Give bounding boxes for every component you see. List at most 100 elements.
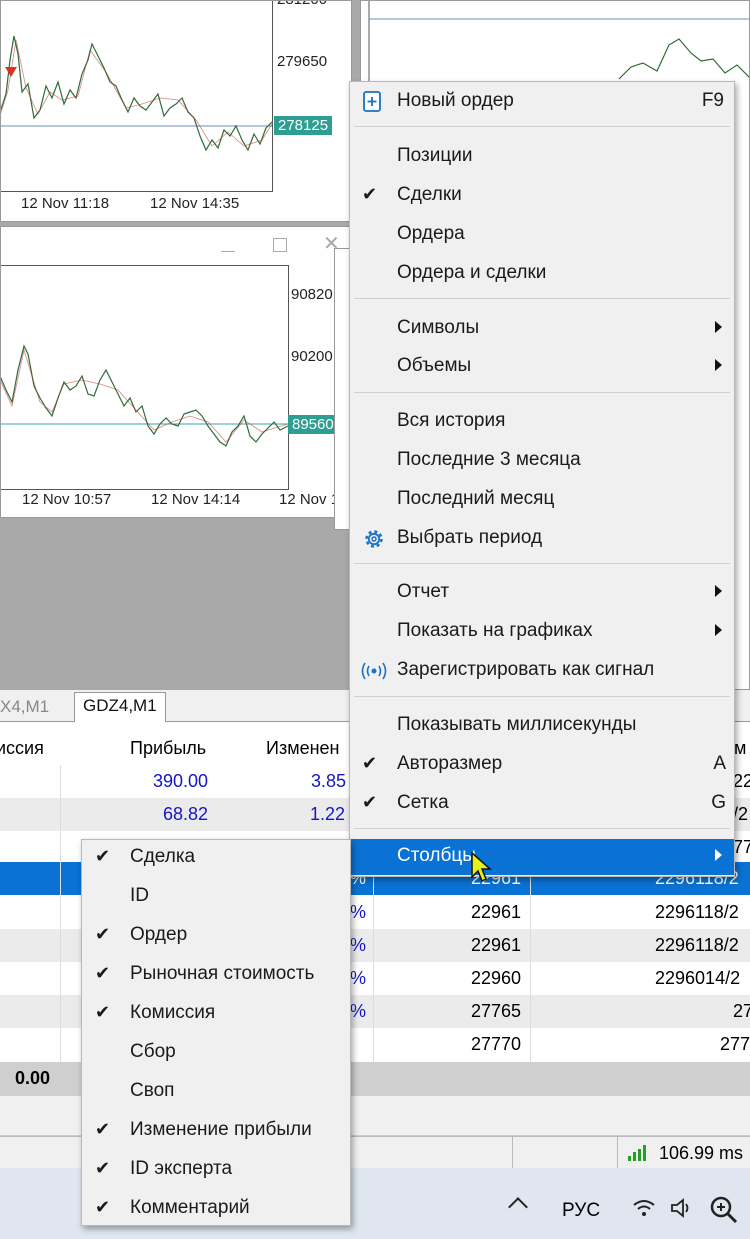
status-divider — [617, 1137, 618, 1169]
columns-submenu: ✔ Сделка ID ✔ Ордер ✔ Рыночная стоимость… — [81, 839, 351, 1226]
menu-label: Изменение прибыли — [130, 1119, 312, 1140]
menu-separator — [354, 126, 730, 127]
column-divider — [530, 862, 531, 1062]
menu-item-last-month[interactable]: Последний месяц — [350, 482, 734, 518]
profit-cell: 68.82 — [163, 804, 209, 824]
signal-broadcast-icon — [361, 662, 387, 680]
column-item-order[interactable]: ✔ Ордер — [82, 918, 350, 954]
menu-item-all-history[interactable]: Вся история — [350, 404, 734, 440]
speaker-icon[interactable] — [670, 1198, 694, 1218]
menu-label: Сделка — [130, 846, 196, 867]
time-label-1: 12 Nov 11:18 — [21, 195, 110, 212]
menu-separator — [354, 392, 730, 393]
column-item-deal[interactable]: ✔ Сделка — [82, 840, 350, 876]
check-icon: ✔ — [95, 1002, 111, 1022]
header-profit[interactable]: Прибыль — [130, 738, 206, 759]
menu-shortcut: A — [713, 753, 726, 774]
price-label-cut: 281200 — [277, 1, 327, 8]
check-icon: ✔ — [362, 184, 378, 204]
check-icon: ✔ — [95, 1197, 111, 1217]
time-label-5: 12 Nov 1 — [279, 491, 340, 508]
zoom-magnifier-icon[interactable] — [708, 1194, 738, 1224]
id-cell: 2296014/2 — [655, 968, 741, 988]
chart-plot-top[interactable] — [1, 1, 273, 192]
column-divider — [60, 765, 61, 1065]
submenu-arrow-icon — [715, 585, 722, 597]
candles-top — [1, 35, 273, 152]
tab-gdz4[interactable]: GDZ4,M1 — [74, 692, 166, 722]
menu-item-show-ms[interactable]: Показывать миллисекунды — [350, 708, 734, 744]
menu-item-orders[interactable]: Ордера — [350, 217, 734, 253]
submenu-arrow-icon — [715, 624, 722, 636]
sell-arrow-icon — [5, 67, 17, 77]
header-right[interactable]: м — [734, 738, 746, 759]
menu-item-symbols[interactable]: Символы — [350, 311, 734, 347]
pct-cell: % — [350, 1001, 367, 1021]
column-divider — [373, 862, 374, 1062]
menu-label: Символы — [397, 317, 480, 338]
price-label-top: 279650 — [277, 53, 328, 70]
change-cell: 3.85 — [311, 771, 347, 791]
header-change[interactable]: Изменен — [266, 738, 339, 759]
menu-item-positions[interactable]: Позиции — [350, 139, 734, 175]
menu-label: Столбцы — [397, 845, 476, 866]
menu-item-columns[interactable]: Столбцы — [350, 839, 734, 875]
menu-label: Комментарий — [130, 1197, 250, 1218]
header-commission[interactable]: иссия — [0, 738, 44, 759]
menu-item-new-order[interactable]: Новый ордер F9 — [350, 84, 734, 120]
submenu-arrow-icon — [715, 359, 722, 371]
submenu-arrow-icon — [715, 321, 722, 333]
id-cell: 27 — [733, 1001, 750, 1021]
menu-item-register-signal[interactable]: Зарегистрировать как сигнал — [350, 653, 734, 689]
menu-item-show-on-charts[interactable]: Показать на графиках — [350, 614, 734, 650]
wifi-icon[interactable] — [632, 1198, 656, 1218]
tab-x4[interactable]: X4,M1 — [0, 694, 57, 720]
context-menu: Новый ордер F9 Позиции ✔ Сделки Ордера О… — [349, 81, 735, 877]
menu-label: Показывать миллисекунды — [397, 714, 637, 735]
chart-plot-middle[interactable] — [1, 265, 289, 490]
menu-label: Сделки — [397, 184, 462, 205]
menu-item-volumes[interactable]: Объемы — [350, 349, 734, 385]
menu-separator — [354, 696, 730, 697]
language-indicator[interactable]: РУС — [562, 1200, 600, 1222]
column-item-fee[interactable]: Сбор — [82, 1035, 350, 1071]
menu-label: ID — [130, 885, 149, 906]
menu-item-last-3-months[interactable]: Последние 3 месяца — [350, 443, 734, 479]
column-item-expert-id[interactable]: ✔ ID эксперта — [82, 1152, 350, 1188]
minimize-icon[interactable] — [221, 251, 235, 252]
menu-label: Выбрать период — [397, 527, 543, 548]
pct-cell: % — [350, 935, 367, 955]
column-item-commission[interactable]: ✔ Комиссия — [82, 996, 350, 1032]
menu-item-autosize[interactable]: ✔ Авторазмер A — [350, 747, 734, 783]
chart-window-middle: ✕ 90820 90200 89560 12 Nov 10:57 12 Nov … — [0, 226, 352, 518]
column-item-market-value[interactable]: ✔ Рыночная стоимость — [82, 957, 350, 993]
menu-label: Новый ордер — [397, 90, 514, 111]
column-item-id[interactable]: ID — [82, 879, 350, 915]
maximize-icon[interactable] — [273, 238, 287, 252]
time-label-4: 12 Nov 14:14 — [151, 491, 241, 508]
menu-item-choose-period[interactable]: Выбрать период — [350, 521, 734, 557]
value-cell: 27770 — [471, 1034, 522, 1054]
price-series-top — [1, 35, 273, 152]
menu-item-grid[interactable]: ✔ Сетка G — [350, 786, 734, 822]
column-item-profit-change[interactable]: ✔ Изменение прибыли — [82, 1113, 350, 1149]
menu-item-deals[interactable]: ✔ Сделки — [350, 178, 734, 214]
check-icon: ✔ — [95, 846, 111, 866]
column-item-swap[interactable]: Своп — [82, 1074, 350, 1110]
time-label-3: 12 Nov 10:57 — [22, 491, 112, 508]
chevron-up-icon[interactable] — [508, 1197, 528, 1217]
menu-label: Отчет — [397, 581, 450, 602]
menu-label: Своп — [130, 1080, 175, 1101]
price-series-middle — [1, 344, 289, 447]
id-cell: 277 — [720, 1034, 750, 1054]
menu-label: Ордера и сделки — [397, 262, 547, 283]
menu-item-orders-deals[interactable]: Ордера и сделки — [350, 256, 734, 292]
column-item-comment[interactable]: ✔ Комментарий — [82, 1191, 350, 1227]
status-divider — [512, 1137, 513, 1169]
candles-middle — [1, 344, 289, 447]
menu-item-report[interactable]: Отчет — [350, 575, 734, 611]
menu-label: Последний месяц — [397, 488, 555, 509]
menu-separator — [354, 298, 730, 299]
check-icon: ✔ — [95, 1119, 111, 1139]
right-cell: 22 — [733, 771, 750, 791]
